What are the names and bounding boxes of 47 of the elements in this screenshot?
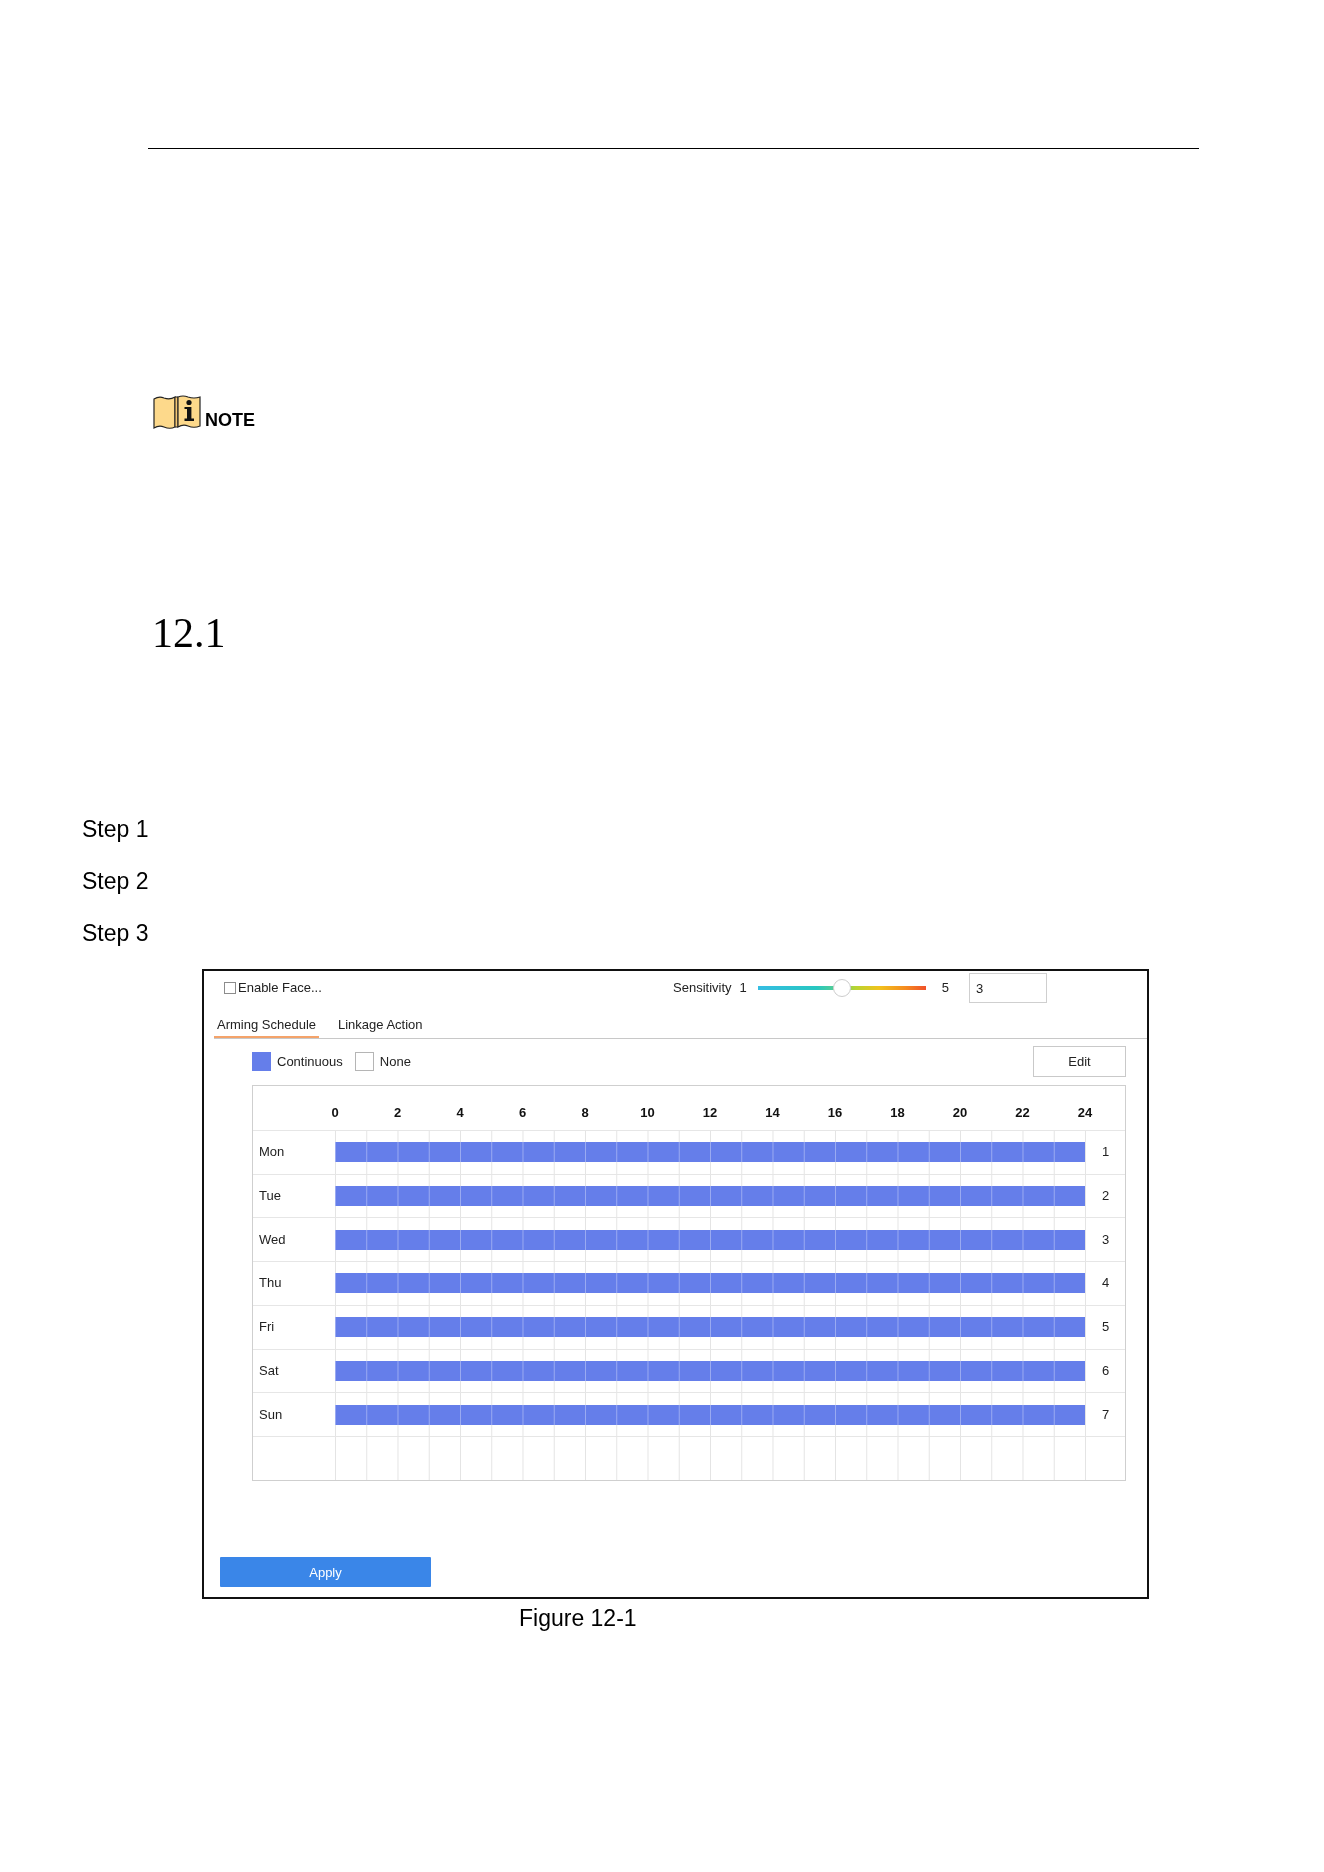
legend-label: Continuous — [277, 1053, 343, 1070]
hour-label: 0 — [331, 1104, 339, 1121]
day-number: 2 — [1101, 1187, 1110, 1204]
hour-label: 16 — [827, 1104, 843, 1121]
step-label: Step 1 — [82, 815, 149, 843]
day-label: Fri — [259, 1319, 275, 1336]
section-number: 12.1 — [152, 609, 226, 657]
slider-min-label: 1 — [739, 980, 747, 996]
figure-caption: Figure 12-1 — [519, 1605, 637, 1631]
day-label: Sat — [259, 1362, 279, 1379]
tab[interactable]: Linkage Action — [335, 1012, 426, 1038]
hour-label: 12 — [702, 1104, 718, 1121]
day-label: Tue — [259, 1187, 281, 1204]
apply-button[interactable]: Apply — [220, 1557, 431, 1587]
day-label: Mon — [259, 1144, 285, 1161]
hour-label: 4 — [456, 1104, 464, 1121]
day-label: Thu — [259, 1275, 282, 1292]
step-label: Step 2 — [82, 867, 149, 895]
hour-label: 20 — [952, 1104, 968, 1121]
tab[interactable]: Arming Schedule — [214, 1012, 319, 1038]
note-label: NOTE — [205, 410, 255, 430]
enable-checkbox[interactable] — [224, 982, 236, 994]
day-number: 4 — [1101, 1275, 1110, 1292]
hour-label: 2 — [393, 1104, 402, 1121]
day-number: 1 — [1101, 1144, 1110, 1161]
edit-button[interactable]: Edit — [1033, 1046, 1126, 1077]
hour-label: 6 — [518, 1104, 527, 1121]
checkbox-label: Enable Face... — [238, 980, 322, 996]
step-label: Step 3 — [82, 919, 149, 947]
hour-label: 8 — [581, 1104, 589, 1121]
sensitivity-label: Sensitivity — [673, 980, 732, 996]
day-number: 7 — [1101, 1406, 1110, 1423]
slider-thumb[interactable] — [832, 979, 851, 997]
hour-label: 10 — [640, 1104, 655, 1121]
hour-label: 24 — [1077, 1104, 1093, 1121]
sensitivity-input[interactable]: 3 — [969, 973, 1047, 1003]
day-label: Wed — [259, 1231, 286, 1248]
day-number: 3 — [1101, 1231, 1110, 1248]
hour-label: 14 — [765, 1104, 780, 1121]
hour-label: 22 — [1015, 1104, 1030, 1121]
info-booklet-icon — [153, 394, 201, 430]
hour-label: 18 — [890, 1104, 905, 1121]
legend-label: None — [379, 1053, 411, 1070]
day-label: Sun — [259, 1406, 283, 1423]
day-number: 6 — [1101, 1362, 1110, 1379]
slider-max-label: 5 — [941, 980, 949, 996]
day-number: 5 — [1101, 1319, 1110, 1336]
